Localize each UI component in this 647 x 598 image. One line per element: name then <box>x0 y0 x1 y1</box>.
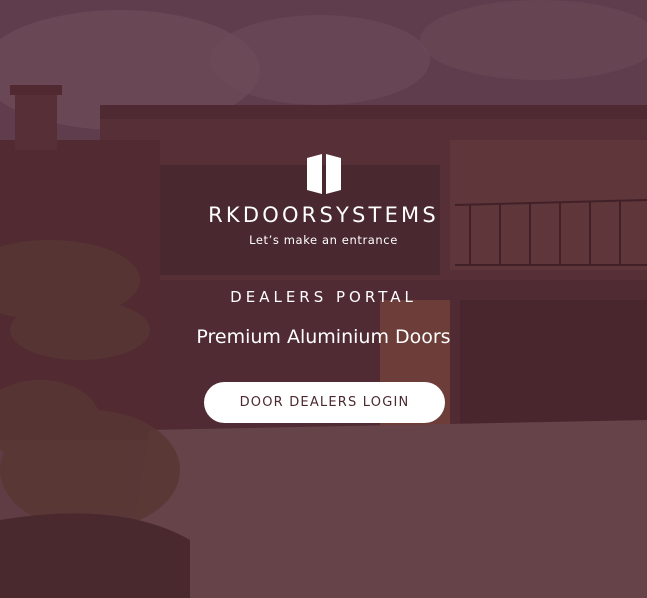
door-dealers-login-button[interactable]: DOOR DEALERS LOGIN <box>204 382 445 423</box>
brand-tagline: Let’s make an entrance <box>249 233 398 247</box>
brand-name: RKDOORSYSTEMS <box>208 203 439 227</box>
double-door-logo-icon <box>306 154 341 194</box>
login-landing-page: RKDOORSYSTEMS Let’s make an entrance DEA… <box>0 0 647 598</box>
hero-content: RKDOORSYSTEMS Let’s make an entrance DEA… <box>0 0 647 598</box>
brand-logo <box>0 154 647 194</box>
portal-title: DEALERS PORTAL <box>230 288 417 306</box>
page-subtitle: Premium Aluminium Doors <box>196 326 451 348</box>
